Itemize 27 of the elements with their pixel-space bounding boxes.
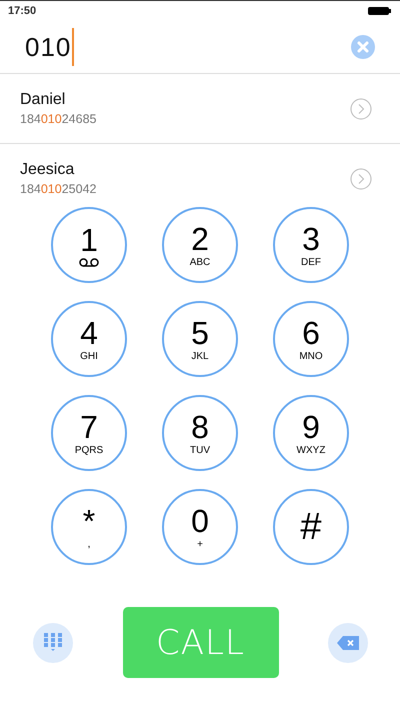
dial-key[interactable]: 0 + bbox=[162, 489, 238, 565]
dial-key[interactable]: 5 JKL bbox=[162, 301, 238, 377]
dial-key[interactable]: 6 MNO bbox=[273, 301, 349, 377]
contact-number: 18401024685 bbox=[20, 112, 96, 126]
chevron-icon[interactable] bbox=[350, 98, 372, 120]
voicemail-icon bbox=[79, 258, 99, 266]
dial-key[interactable]: 7 PQRS bbox=[51, 395, 127, 471]
dial-key[interactable]: # bbox=[273, 489, 349, 565]
dial-key[interactable]: 1 bbox=[51, 207, 127, 283]
battery-icon bbox=[368, 6, 392, 16]
dial-key[interactable]: 8 TUV bbox=[162, 395, 238, 471]
contact-number: 18401025042 bbox=[20, 182, 96, 196]
dial-key[interactable]: 9 WXYZ bbox=[273, 395, 349, 471]
chevron-icon[interactable] bbox=[350, 168, 372, 190]
keypad-toggle-button[interactable] bbox=[33, 622, 73, 662]
dial-key[interactable]: * , bbox=[51, 489, 127, 565]
dial-key[interactable]: 4 GHI bbox=[51, 301, 127, 377]
clear-icon[interactable] bbox=[351, 35, 375, 59]
dial-key[interactable]: 3 DEF bbox=[273, 207, 349, 283]
backspace-icon bbox=[337, 636, 359, 650]
backspace-button[interactable] bbox=[328, 622, 368, 662]
dial-input-field[interactable]: 010 bbox=[25, 28, 74, 66]
contact-name: Jeesica bbox=[20, 161, 76, 179]
dial-key[interactable]: 2 ABC bbox=[162, 207, 238, 283]
contact-name: Daniel bbox=[20, 91, 66, 109]
keypad-icon bbox=[44, 632, 62, 652]
status-time: 17:50 bbox=[8, 5, 36, 17]
